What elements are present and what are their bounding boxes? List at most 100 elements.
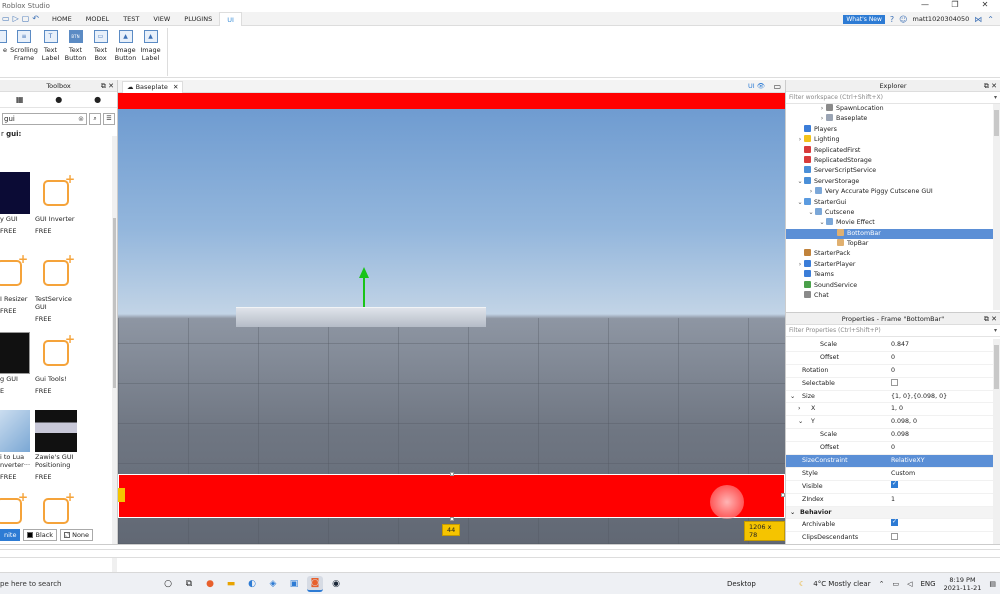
left-resize-tab[interactable] bbox=[118, 488, 125, 502]
user-icon[interactable]: ☺ bbox=[899, 15, 907, 24]
explorer-row[interactable]: ⌄ Movie Effect bbox=[786, 218, 994, 228]
chevron-up-icon[interactable]: ⌃ bbox=[879, 580, 885, 588]
expand-arrow-icon[interactable]: › bbox=[818, 114, 826, 124]
network-icon[interactable]: ▭ bbox=[892, 580, 899, 588]
weather-text[interactable]: 4°C Mostly clear bbox=[813, 580, 870, 588]
panel-controls-icon[interactable]: ⧉ ✕ bbox=[984, 313, 997, 325]
clock[interactable]: 8:19 PM 2021-11-21 bbox=[944, 576, 982, 592]
toolbox-item[interactable]: y GUI FREE bbox=[0, 172, 34, 235]
close-button[interactable]: ✕ bbox=[970, 0, 1000, 12]
scrollbar-thumb[interactable] bbox=[994, 110, 999, 136]
explorer-row[interactable]: BottomBar bbox=[786, 228, 994, 240]
toolbox-scrollbar[interactable] bbox=[112, 136, 117, 594]
firefox-icon[interactable]: ● bbox=[202, 576, 218, 592]
property-category[interactable]: ⌄ Behavior bbox=[786, 506, 994, 520]
checkbox[interactable] bbox=[891, 480, 898, 488]
toolbox-item[interactable] bbox=[0, 490, 34, 532]
properties-scrollbar[interactable] bbox=[993, 339, 1000, 544]
property-value[interactable]: 0.098, 0 bbox=[891, 416, 917, 429]
ribbon-text-label[interactable]: T Text Label bbox=[38, 26, 63, 77]
stop-icon[interactable]: ▢ bbox=[22, 14, 30, 23]
bg-white-button[interactable]: nite bbox=[0, 529, 21, 541]
property-row[interactable]: ⌄ Y 0.098, 0 bbox=[786, 416, 994, 430]
play-icon[interactable]: ▷ bbox=[13, 14, 19, 23]
explorer-row[interactable]: Chat bbox=[786, 291, 994, 301]
chevron-up-icon[interactable]: ⌃ bbox=[987, 15, 994, 24]
ribbon-image-button[interactable]: ▲ Image Button bbox=[113, 26, 138, 77]
grid-icon[interactable]: ▦ bbox=[16, 95, 24, 104]
explorer-row[interactable]: StarterPack bbox=[786, 249, 994, 259]
toolbox-search-input[interactable]: gui ⊗ bbox=[2, 113, 87, 125]
property-row[interactable]: Scale 0.847 bbox=[786, 339, 994, 352]
clear-icon[interactable]: ⊗ bbox=[78, 114, 84, 124]
language-indicator[interactable]: ENG bbox=[921, 580, 936, 588]
ribbon-text-button[interactable]: BTN Text Button bbox=[63, 26, 88, 77]
property-row[interactable]: Visible bbox=[786, 480, 994, 494]
property-value[interactable]: {1, 0},{0.098, 0} bbox=[891, 391, 947, 404]
checkbox[interactable] bbox=[891, 519, 898, 527]
explorer-row[interactable]: ReplicatedFirst bbox=[786, 145, 994, 156]
explorer-row[interactable]: › Baseplate bbox=[786, 114, 994, 124]
edge-icon[interactable]: ◐ bbox=[244, 576, 260, 592]
pin-icon[interactable]: ● bbox=[94, 95, 101, 104]
undo-icon[interactable]: ↶ bbox=[32, 14, 39, 23]
property-row[interactable]: › X 1, 0 bbox=[786, 403, 994, 417]
bg-none-button[interactable]: None bbox=[60, 529, 94, 541]
weather-icon[interactable]: ☾ bbox=[799, 580, 805, 588]
cortana-icon[interactable]: ○ bbox=[160, 576, 176, 592]
explorer-row[interactable]: ReplicatedStorage bbox=[786, 155, 994, 166]
property-row[interactable]: SizeConstraint RelativeXY bbox=[786, 455, 994, 468]
expand-arrow-icon[interactable]: › bbox=[796, 135, 804, 145]
expand-arrow-icon[interactable]: ⌄ bbox=[796, 198, 804, 208]
panel-controls-icon[interactable]: ⧉ ✕ bbox=[984, 80, 997, 92]
ribbon-image-label[interactable]: ▲ Image Label bbox=[138, 26, 163, 77]
help-icon[interactable]: ? bbox=[890, 15, 894, 24]
property-value[interactable]: RelativeXY bbox=[891, 455, 925, 468]
property-value[interactable] bbox=[891, 519, 898, 532]
notifications-icon[interactable]: ▤ bbox=[989, 580, 996, 588]
ui-visibility-toggle[interactable]: UI 👁 bbox=[748, 80, 765, 93]
property-value[interactable] bbox=[891, 480, 898, 494]
toolbox-item[interactable] bbox=[35, 490, 81, 532]
expand-arrow-icon[interactable]: › bbox=[818, 104, 826, 114]
explorer-row[interactable]: ⌄ Cutscene bbox=[786, 207, 994, 218]
property-row[interactable]: Selectable bbox=[786, 378, 994, 391]
resize-handle-bottom[interactable] bbox=[450, 517, 454, 521]
explorer-row[interactable]: Teams bbox=[786, 270, 994, 280]
tab-ui[interactable]: UI bbox=[219, 11, 242, 26]
explorer-row[interactable]: SoundService bbox=[786, 280, 994, 291]
property-value[interactable]: 0 bbox=[891, 365, 895, 378]
file-icon[interactable]: ▭ bbox=[2, 14, 10, 23]
explorer-row[interactable]: Players bbox=[786, 124, 994, 135]
tab-baseplate[interactable]: ☁ Baseplate ✕ bbox=[122, 81, 184, 93]
minimize-button[interactable]: — bbox=[910, 0, 940, 12]
property-value[interactable]: 0 bbox=[891, 352, 895, 365]
toolbox-item[interactable]: I Resizer FREE bbox=[0, 252, 34, 315]
command-input[interactable] bbox=[0, 549, 1000, 558]
property-row[interactable]: Archivable bbox=[786, 519, 994, 533]
username[interactable]: matt1020304050 bbox=[913, 15, 970, 23]
toolbox-item[interactable]: i to Lua nverter··· FREE bbox=[0, 410, 34, 481]
toolbox-item[interactable]: g GUI E bbox=[0, 332, 34, 395]
property-value[interactable]: Custom bbox=[891, 468, 915, 481]
task-view-icon[interactable]: ⧉ bbox=[181, 576, 197, 592]
ribbon-scrolling-frame[interactable]: ≡ Scrolling Frame bbox=[10, 26, 38, 77]
explorer-row[interactable]: › Lighting bbox=[786, 135, 994, 145]
roblox-studio-icon[interactable]: ◙ bbox=[307, 575, 323, 592]
tab-home[interactable]: HOME bbox=[45, 12, 79, 26]
explorer-row[interactable]: ⌄ ServerStorage bbox=[786, 176, 994, 187]
file-explorer-icon[interactable]: ▬ bbox=[223, 576, 239, 592]
steam-icon[interactable]: ◉ bbox=[328, 576, 344, 592]
maximize-button[interactable]: ❐ bbox=[940, 0, 970, 12]
property-row[interactable]: Rotation 0 bbox=[786, 365, 994, 378]
tab-model[interactable]: MODEL bbox=[79, 12, 116, 26]
panel-controls-icon[interactable]: ⧉ ✕ bbox=[101, 80, 114, 92]
explorer-row[interactable]: ServerScriptService bbox=[786, 166, 994, 176]
scrollbar-thumb[interactable] bbox=[994, 345, 999, 389]
viewport[interactable]: 44 1206 x 78 bbox=[118, 93, 785, 544]
property-row[interactable]: Scale 0.098 bbox=[786, 429, 994, 443]
property-value[interactable]: 0.847 bbox=[891, 339, 909, 352]
move-arrow-stem[interactable] bbox=[363, 277, 365, 307]
explorer-filter[interactable]: Filter workspace (Ctrl+Shift+X) ▾ bbox=[786, 92, 1000, 104]
clock-icon[interactable]: ● bbox=[55, 95, 62, 104]
